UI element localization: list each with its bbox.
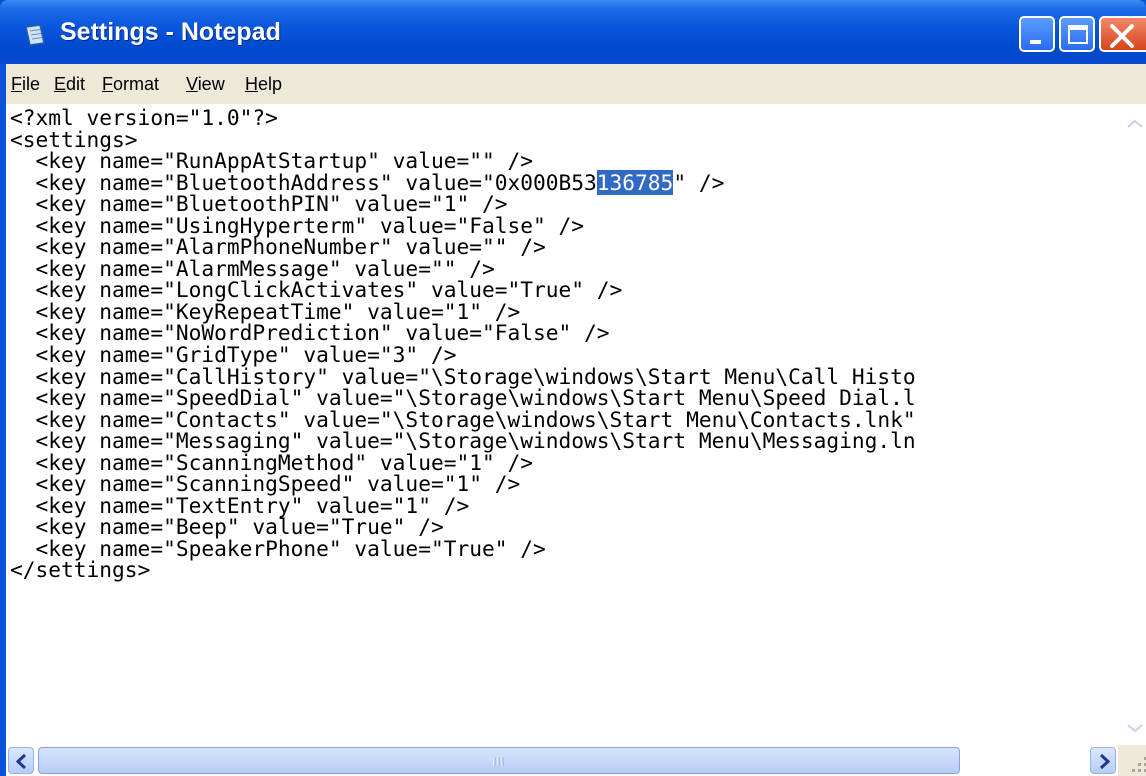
menu-bar: File Edit Format View Help xyxy=(6,64,1146,104)
menu-format[interactable]: Format xyxy=(102,74,159,95)
close-icon xyxy=(1110,24,1134,48)
menu-help[interactable]: Help xyxy=(245,74,282,95)
resize-grip-icon xyxy=(1132,757,1146,772)
minimize-button[interactable] xyxy=(1019,16,1055,52)
vertical-scrollbar[interactable] xyxy=(1118,104,1146,745)
scroll-right-button[interactable] xyxy=(1090,747,1116,774)
close-button[interactable] xyxy=(1099,16,1146,52)
grip-icon xyxy=(493,757,504,766)
menu-view[interactable]: View xyxy=(186,74,225,95)
notepad-icon xyxy=(25,24,45,46)
arrow-left-icon xyxy=(15,753,27,770)
arrow-up-icon[interactable] xyxy=(1126,118,1144,130)
minimize-icon xyxy=(1030,40,1041,44)
text-after-selection: " /> xyxy=(673,169,725,195)
text-editor[interactable]: <?xml version="1.0"?> <settings> <key na… xyxy=(10,107,1118,745)
text-line: </settings> xyxy=(10,557,151,583)
window-title: Settings - Notepad xyxy=(60,18,281,46)
text-selection: 136785 xyxy=(596,169,674,195)
arrow-right-icon xyxy=(1099,753,1111,770)
horizontal-scroll-thumb[interactable] xyxy=(38,747,960,774)
menu-edit[interactable]: Edit xyxy=(54,74,85,95)
arrow-down-icon[interactable] xyxy=(1126,722,1144,734)
maximize-button[interactable] xyxy=(1059,16,1095,52)
maximize-icon xyxy=(1068,25,1088,44)
document-text: <?xml version="1.0"?> <settings> <key na… xyxy=(10,107,1118,581)
menu-file[interactable]: File xyxy=(11,74,40,95)
title-bar[interactable]: Settings - Notepad xyxy=(0,0,1146,64)
scroll-left-button[interactable] xyxy=(8,747,34,774)
resize-grip[interactable] xyxy=(1118,745,1146,776)
horizontal-scrollbar[interactable] xyxy=(6,745,1118,776)
editor-area: <?xml version="1.0"?> <settings> <key na… xyxy=(6,104,1146,776)
notepad-window: Settings - Notepad File Edit Format View… xyxy=(0,0,1146,776)
